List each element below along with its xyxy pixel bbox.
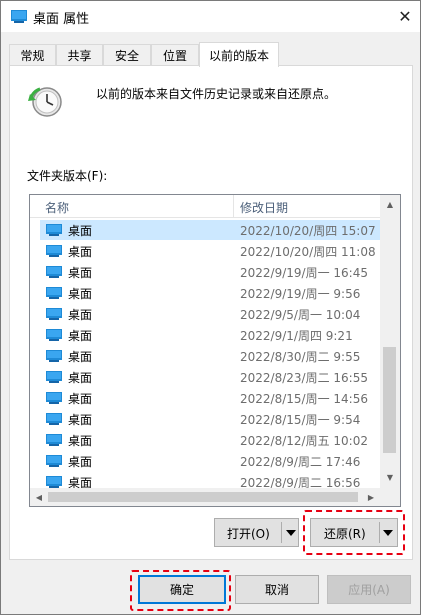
restore-clock-icon xyxy=(28,87,62,117)
version-name: 桌面 xyxy=(68,371,93,385)
horizontal-scroll-thumb[interactable] xyxy=(48,492,358,502)
list-item[interactable]: 桌面 2022/8/9/周二 17:46 xyxy=(40,451,380,471)
version-name: 桌面 xyxy=(68,455,93,469)
vertical-scroll-thumb[interactable] xyxy=(383,347,396,453)
version-name: 桌面 xyxy=(68,350,93,364)
folder-versions-label: 文件夹版本(F): xyxy=(27,169,108,183)
open-split-button[interactable]: 打开(O) xyxy=(214,518,299,547)
version-name: 桌面 xyxy=(68,266,93,280)
version-date: 2022/9/1/周四 9:21 xyxy=(240,329,353,343)
desktop-folder-icon xyxy=(11,10,27,23)
list-item[interactable]: 桌面 2022/8/30/周二 9:55 xyxy=(40,346,380,366)
version-name: 桌面 xyxy=(68,413,93,427)
tab-strip: 常规 共享 安全 位置 以前的版本 xyxy=(9,42,413,67)
version-name: 桌面 xyxy=(68,308,93,322)
desktop-folder-icon xyxy=(46,308,62,320)
version-name: 桌面 xyxy=(68,245,93,259)
highlight-restore-callout xyxy=(303,510,405,555)
version-date: 2022/10/20/周四 11:08 xyxy=(240,245,376,259)
list-item[interactable]: 桌面 2022/8/12/周五 10:02 xyxy=(40,430,380,450)
version-name: 桌面 xyxy=(68,224,93,238)
desktop-folder-icon xyxy=(46,350,62,362)
desktop-folder-icon xyxy=(46,392,62,404)
version-date: 2022/8/15/周一 9:54 xyxy=(240,413,361,427)
dropdown-arrow-icon[interactable] xyxy=(286,530,296,536)
list-item[interactable]: 桌面 2022/9/5/周一 10:04 xyxy=(40,304,380,324)
list-header: 名称 修改日期 xyxy=(30,195,380,218)
desktop-folder-icon xyxy=(46,371,62,383)
description-text: 以前的版本来自文件历史记录或来自还原点。 xyxy=(96,87,337,101)
properties-dialog: 桌面 属性 ✕ 常规 共享 安全 位置 以前的版本 以前的版本来自文件历史记录或… xyxy=(0,0,421,615)
cancel-button[interactable]: 取消 xyxy=(235,575,319,604)
scroll-right-arrow-icon[interactable]: ▶ xyxy=(362,488,380,506)
vertical-scrollbar[interactable]: ▲ ▼ xyxy=(380,195,400,488)
desktop-folder-icon xyxy=(46,434,62,446)
open-button-label: 打开(O) xyxy=(227,527,270,541)
list-item[interactable]: 桌面 2022/10/20/周四 15:07 xyxy=(40,220,380,240)
version-name: 桌面 xyxy=(68,434,93,448)
version-date: 2022/9/5/周一 10:04 xyxy=(240,308,361,322)
desktop-folder-icon xyxy=(46,245,62,257)
cancel-button-label: 取消 xyxy=(264,583,289,597)
previous-versions-panel: 以前的版本来自文件历史记录或来自还原点。 文件夹版本(F): 名称 修改日期 桌… xyxy=(9,65,413,560)
version-date: 2022/9/19/周一 9:56 xyxy=(240,287,361,301)
version-name: 桌面 xyxy=(68,392,93,406)
version-date: 2022/8/30/周二 9:55 xyxy=(240,350,361,364)
list-item[interactable]: 桌面 2022/9/19/周一 9:56 xyxy=(40,283,380,303)
version-date: 2022/8/23/周二 16:55 xyxy=(240,371,368,385)
horizontal-scrollbar[interactable]: ◀ ▶ xyxy=(30,488,400,506)
version-name: 桌面 xyxy=(68,287,93,301)
desktop-folder-icon xyxy=(46,224,62,236)
version-date: 2022/8/12/周五 10:02 xyxy=(240,434,368,448)
scrollbar-corner xyxy=(380,488,400,506)
desktop-folder-icon xyxy=(46,266,62,278)
apply-button-label: 应用(A) xyxy=(348,583,390,597)
desktop-folder-icon xyxy=(46,413,62,425)
list-item[interactable]: 桌面 2022/9/19/周一 16:45 xyxy=(40,262,380,282)
version-date: 2022/8/9/周二 17:46 xyxy=(240,455,361,469)
list-item[interactable]: 桌面 2022/8/15/周一 14:56 xyxy=(40,388,380,408)
version-date: 2022/8/15/周一 14:56 xyxy=(240,392,368,406)
title-bar: 桌面 属性 ✕ xyxy=(1,1,420,32)
desktop-folder-icon xyxy=(46,455,62,467)
list-item[interactable]: 桌面 2022/8/23/周二 16:55 xyxy=(40,367,380,387)
list-item[interactable]: 桌面 2022/10/20/周四 11:08 xyxy=(40,241,380,261)
version-date: 2022/10/20/周四 15:07 xyxy=(240,224,376,238)
scroll-left-arrow-icon[interactable]: ◀ xyxy=(30,488,48,506)
tab-sharing[interactable]: 共享 xyxy=(56,44,103,66)
highlight-ok-callout xyxy=(130,570,231,611)
version-date: 2022/9/19/周一 16:45 xyxy=(240,266,368,280)
scroll-down-arrow-icon[interactable]: ▼ xyxy=(380,468,400,486)
window-title: 桌面 属性 xyxy=(33,12,90,27)
column-divider[interactable] xyxy=(233,195,234,217)
desktop-folder-icon xyxy=(46,329,62,341)
close-button[interactable]: ✕ xyxy=(390,1,420,32)
list-item[interactable]: 桌面 2022/8/15/周一 9:54 xyxy=(40,409,380,429)
split-divider xyxy=(281,522,282,543)
desktop-folder-icon xyxy=(46,287,62,299)
list-item[interactable]: 桌面 2022/9/1/周四 9:21 xyxy=(40,325,380,345)
tab-previous-versions[interactable]: 以前的版本 xyxy=(199,42,279,67)
desktop-folder-icon xyxy=(46,476,62,488)
column-header-name[interactable]: 名称 xyxy=(45,199,69,216)
versions-list[interactable]: 名称 修改日期 桌面 2022/10/20/周四 15:07 桌面 2022/10/2… xyxy=(29,194,401,507)
tab-location[interactable]: 位置 xyxy=(151,44,199,66)
tab-general[interactable]: 常规 xyxy=(9,44,56,66)
tab-security[interactable]: 安全 xyxy=(103,44,151,66)
apply-button[interactable]: 应用(A) xyxy=(327,575,411,604)
scroll-up-arrow-icon[interactable]: ▲ xyxy=(380,195,400,213)
column-header-date[interactable]: 修改日期 xyxy=(240,199,288,216)
version-name: 桌面 xyxy=(68,329,93,343)
close-icon: ✕ xyxy=(398,7,412,26)
